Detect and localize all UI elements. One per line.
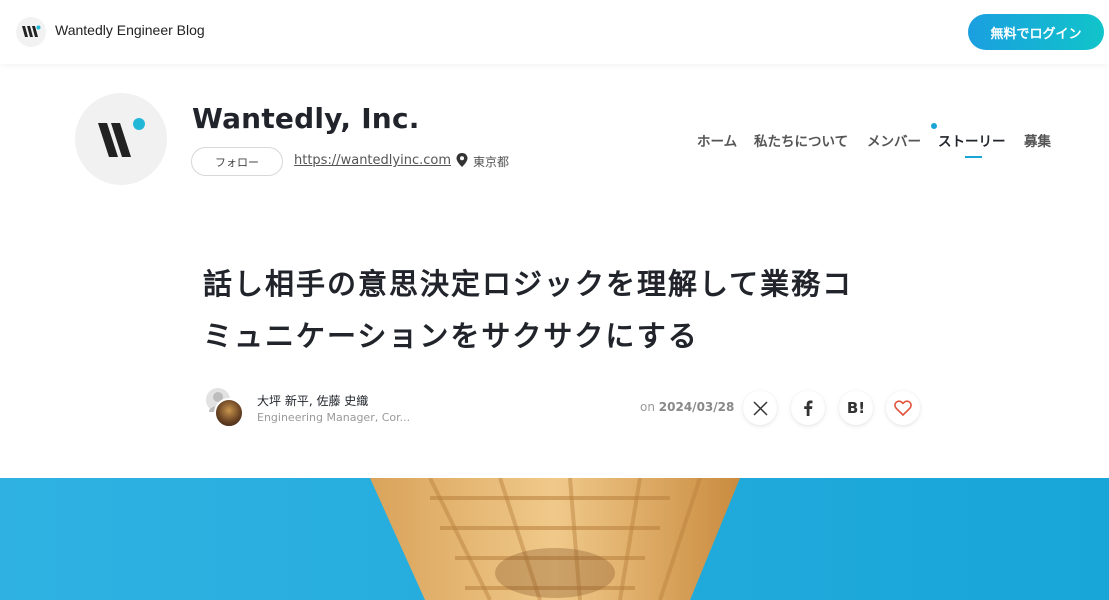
author-avatars[interactable] [204,386,246,428]
blog-title[interactable]: Wantedly Engineer Blog [55,22,205,38]
share-facebook-button[interactable] [791,391,825,425]
share-hatena-button[interactable]: B! [839,391,873,425]
like-button[interactable] [886,391,920,425]
nav-members[interactable]: メンバー [867,130,921,150]
heart-icon [894,400,912,416]
article-title-line-2: ミュニケーションをサクサクにする [203,319,699,353]
company-url-link[interactable]: https://wantedlyinc.com [294,153,451,168]
author-names[interactable]: 大坪 新平, 佐藤 史織 [257,392,368,409]
article-title-line-1: 話し相手の意思決定ロジックを理解して業務コ [203,267,854,301]
date-prefix: on [640,400,655,414]
facebook-icon [804,400,813,416]
nav-about[interactable]: 私たちについて [754,130,848,150]
article-title: 話し相手の意思決定ロジックを理解して業務コ ミュニケーションをサクサクにする [203,258,923,362]
company-logo[interactable] [75,93,167,185]
publish-date: on 2024/03/28 [640,400,734,414]
follow-button[interactable]: フォロー [191,147,283,176]
nav-home[interactable]: ホーム [697,130,737,150]
free-login-button[interactable]: 無料でログイン [968,14,1104,50]
nav-stories[interactable]: ストーリー [938,130,1006,150]
top-bar: Wantedly Engineer Blog 無料でログイン [0,0,1109,64]
x-icon [752,400,768,416]
hatena-bookmark-icon: B! [846,399,866,417]
share-x-button[interactable] [743,391,777,425]
nav-new-indicator [931,123,937,129]
date-value: 2024/03/28 [658,400,735,414]
avatar[interactable] [214,398,244,428]
wantedly-logo-icon[interactable] [16,17,46,47]
nav-active-underline [965,156,982,158]
company-location: 東京都 [473,155,510,169]
nav-jobs[interactable]: 募集 [1024,130,1051,150]
article-hero-image [0,478,1109,600]
company-name[interactable]: Wantedly, Inc. [192,102,420,135]
ice-cream-cone-image [370,478,740,600]
location-pin-icon [456,153,468,167]
author-role: Engineering Manager, Cor... [257,411,411,424]
